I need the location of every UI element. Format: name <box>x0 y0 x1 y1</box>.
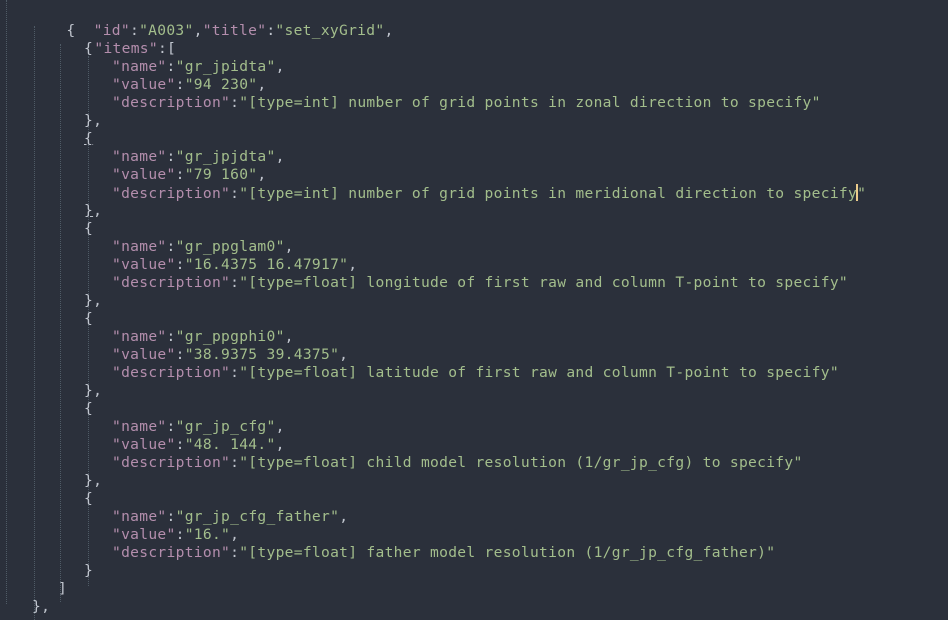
code-line-description: "description":"[type=float] father model… <box>112 544 776 561</box>
code-line-name: "name":"gr_jpjdta", <box>112 148 285 165</box>
item-name-value: "gr_jp_cfg" <box>175 418 276 435</box>
code-line-name: "name":"gr_jp_cfg", <box>112 418 285 435</box>
code-line-name: "name":"gr_ppglam0", <box>112 238 294 255</box>
item-description-value: "[type=float] latitude of first raw and … <box>239 364 839 381</box>
item-description-value: "[type=float] longitude of first raw and… <box>239 274 848 291</box>
code-line-description: "description":"[type=int] number of grid… <box>112 94 821 111</box>
item-description-value: "[type=float] child model resolution (1/… <box>239 454 803 471</box>
open-brace: { <box>84 220 94 237</box>
code-line-description: "description":"[type=float] latitude of … <box>112 364 839 381</box>
item-name-value: "gr_jp_cfg_father" <box>175 508 340 525</box>
item-description-value: "[type=int] number of grid points in zon… <box>239 94 821 111</box>
json-key-items: "items" <box>94 40 158 57</box>
close-brace: }, <box>84 292 103 309</box>
item-value-value: "79 160" <box>184 166 258 183</box>
item-description-value: "[type=float] father model resolution (1… <box>239 544 776 561</box>
code-line-value: "value":"38.9375 39.4375", <box>112 346 349 363</box>
item-value-value: "48. 144." <box>184 436 276 453</box>
code-line-name: "name":"gr_jp_cfg_father", <box>112 508 349 525</box>
code-line-value: "value":"48. 144.", <box>112 436 285 453</box>
code-line-value: "value":"79 160", <box>112 166 267 183</box>
item-value-value: "94 230" <box>184 76 258 93</box>
item-description-value: "[type=int] number of grid points in mer… <box>239 185 858 202</box>
item-name-value: "gr_jpjdta" <box>175 148 276 165</box>
code-line-value: "value":"16.4375 16.47917", <box>112 256 358 273</box>
item-name-value: "gr_ppglam0" <box>175 238 285 255</box>
code-line-name: "name":"gr_jpidta", <box>112 58 285 75</box>
code-line-value: "value":"94 230", <box>112 76 267 93</box>
open-brace-matched: { <box>84 130 94 147</box>
open-brace: { <box>84 400 94 417</box>
code-line-value: "value":"16.", <box>112 526 240 543</box>
code-line-description: "description":"[type=float] child model … <box>112 454 803 471</box>
open-brace: { <box>84 40 94 57</box>
code-line-header: { "id":"A003","title":"set_xyGrid", <box>66 22 394 39</box>
close-object: }, <box>32 598 51 615</box>
close-brace: }, <box>84 382 103 399</box>
code-line-description[interactable]: "description":"[type=int] number of grid… <box>0 184 866 202</box>
item-name-value: "gr_ppgphi0" <box>175 328 285 345</box>
open-brace: { <box>84 490 94 507</box>
item-value-value: "38.9375 39.4375" <box>184 346 340 363</box>
code-line-items: "items":[ <box>94 40 177 57</box>
item-name-value: "gr_jpidta" <box>175 58 276 75</box>
open-brace: { <box>84 310 94 327</box>
code-line-name: "name":"gr_ppgphi0", <box>112 328 294 345</box>
code-line-description: "description":"[type=float] longitude of… <box>112 274 848 291</box>
close-brace-matched: }, <box>84 202 103 219</box>
close-brace: }, <box>84 112 103 129</box>
close-bracket: ] <box>58 580 68 597</box>
item-value-value: "16.4375 16.47917" <box>184 256 349 273</box>
json-key-title: "title" <box>202 22 267 39</box>
close-brace: } <box>84 562 94 579</box>
close-brace: }, <box>84 472 103 489</box>
code-editor[interactable]: { "id":"A003","title":"set_xyGrid", "ite… <box>0 0 948 620</box>
item-value-value: "16." <box>184 526 231 543</box>
json-value-title: "set_xyGrid" <box>275 22 385 39</box>
